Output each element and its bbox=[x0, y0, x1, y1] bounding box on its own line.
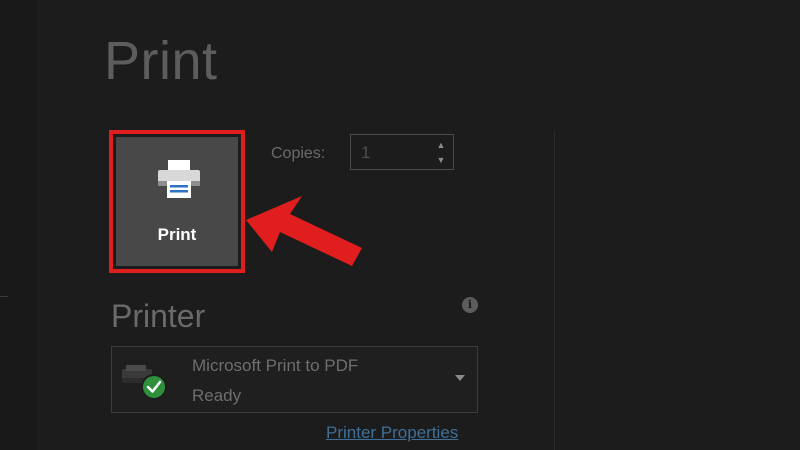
copies-label: Copies: bbox=[271, 145, 326, 162]
print-button-face[interactable]: Print bbox=[116, 137, 238, 266]
print-button-label: Print bbox=[157, 225, 197, 244]
rail-divider bbox=[0, 296, 8, 297]
chevron-down-icon bbox=[455, 375, 465, 381]
print-button[interactable]: Print bbox=[109, 130, 245, 273]
decrement-arrow-icon[interactable]: ▼ bbox=[435, 154, 447, 166]
printer-properties-link[interactable]: Printer Properties bbox=[326, 423, 458, 443]
increment-arrow-icon[interactable]: ▲ bbox=[435, 139, 447, 151]
annotation-arrow-icon bbox=[246, 196, 362, 266]
printer-name: Microsoft Print to PDF bbox=[192, 356, 359, 375]
page-title: Print bbox=[104, 31, 218, 91]
printer-status: Ready bbox=[192, 386, 242, 405]
preview-divider bbox=[554, 130, 555, 450]
printer-dropdown[interactable]: Microsoft Print to PDF Ready bbox=[111, 346, 478, 413]
printer-icon bbox=[158, 160, 200, 198]
printer-ready-icon bbox=[122, 365, 167, 400]
printer-heading: Printer bbox=[111, 298, 206, 334]
copies-stepper[interactable]: 1 ▲ ▼ bbox=[350, 134, 454, 170]
print-backstage: Print Print Copies: 1 ▲ ▼ Printer i Micr… bbox=[0, 0, 800, 450]
info-icon[interactable]: i bbox=[462, 297, 478, 313]
copies-value[interactable]: 1 bbox=[361, 143, 370, 163]
left-navigation-rail bbox=[0, 0, 39, 450]
